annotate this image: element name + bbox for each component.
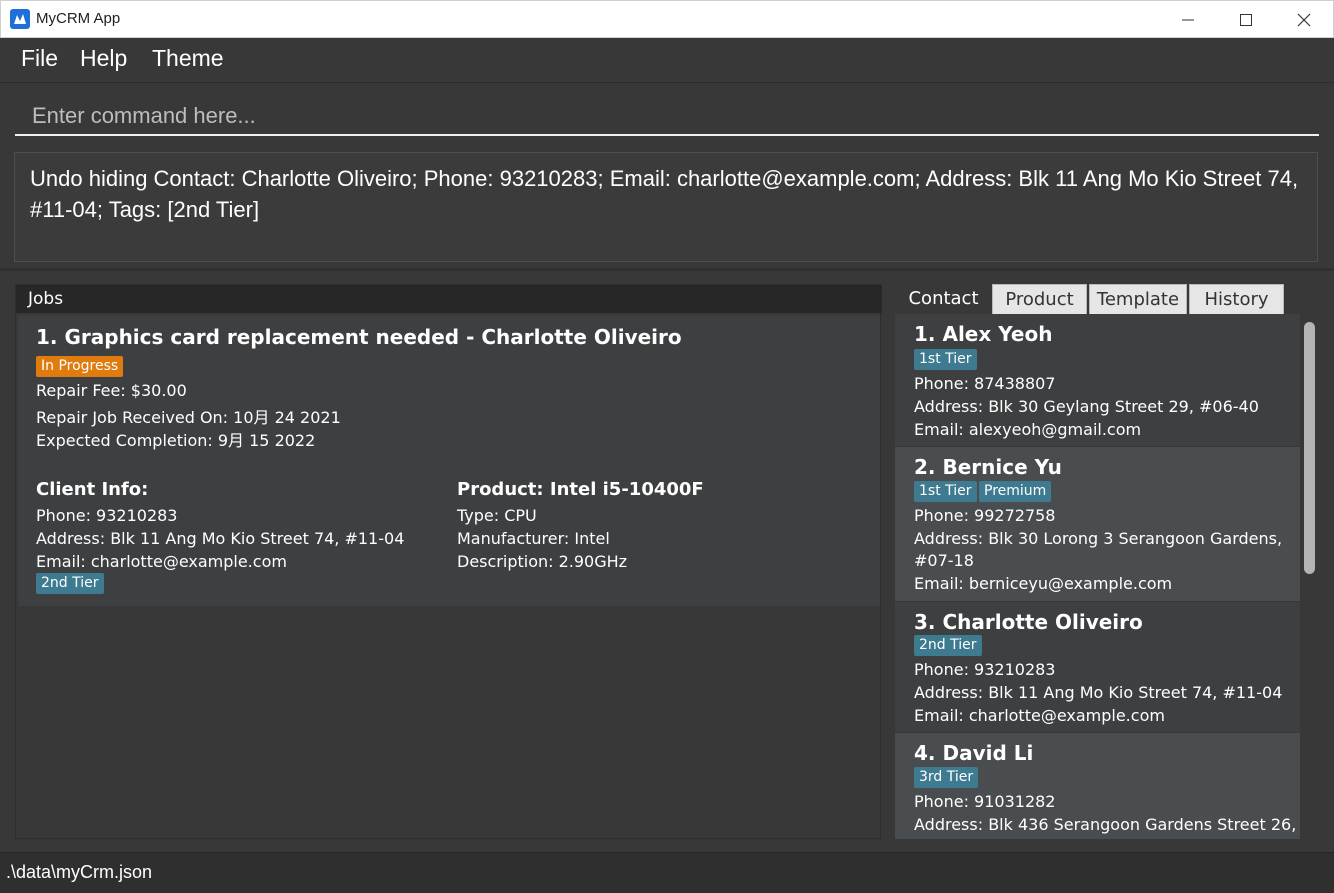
data-file-path: .\data\myCrm.json [6,862,153,882]
menu-theme[interactable]: Theme [152,45,224,72]
contact-name: 2. Bernice Yu [914,455,1062,479]
contact-name: 3. Charlotte Oliveiro [914,610,1143,634]
product-manufacturer: Manufacturer: Intel [457,529,610,548]
contact-tag: Premium [979,481,1052,502]
product-description: Description: 2.90GHz [457,552,628,571]
contact-address-cont: #07-18 [914,551,974,570]
tab-history[interactable]: History [1189,284,1284,314]
title-bar: MyCRM App [0,0,1334,38]
menu-bar: File Help Theme [0,38,1334,83]
jobs-panel: Jobs 1. Graphics card replacement needed… [15,284,882,839]
command-input[interactable] [30,100,1304,132]
contact-tag: 2nd Tier [914,635,982,656]
contact-phone: Phone: 91031282 [914,792,1056,811]
job-expected-date: Expected Completion: 9月 15 2022 [36,431,316,450]
tab-product[interactable]: Product [992,284,1087,314]
contact-email: Email: alexyeoh@gmail.com [914,420,1142,439]
jobs-header-label: Jobs [28,289,64,309]
command-box [15,96,1319,136]
contact-card[interactable]: 1. Alex Yeoh 1st Tier Phone: 87438807 Ad… [895,314,1300,446]
contact-card[interactable]: 2. Bernice Yu 1st Tier Premium Phone: 99… [895,447,1300,601]
contact-address: Address: Blk 30 Geylang Street 29, #06-4… [914,397,1259,416]
scrollbar-thumb[interactable] [1304,322,1315,574]
contact-address: Address: Blk 11 Ang Mo Kio Street 74, #1… [914,683,1283,702]
contact-tag: 1st Tier [914,481,977,502]
app-logo-icon [10,9,30,29]
contact-phone: Phone: 99272758 [914,506,1056,525]
minimize-button[interactable] [1159,1,1217,39]
jobs-header: Jobs [16,285,882,313]
contact-tag: 3rd Tier [914,767,979,788]
client-address: Address: Blk 11 Ang Mo Kio Street 74, #1… [36,529,405,548]
job-title: 1. Graphics card replacement needed - Ch… [36,325,682,349]
contact-card[interactable]: 4. David Li 3rd Tier Phone: 91031282 Add… [895,733,1300,839]
tab-template[interactable]: Template [1089,284,1187,314]
status-bar: .\data\myCrm.json [0,852,1334,893]
maximize-button[interactable] [1217,1,1275,39]
contact-address: Address: Blk 436 Serangoon Gardens Stree… [914,815,1297,834]
client-info-heading: Client Info: [36,479,149,500]
result-message: Undo hiding Contact: Charlotte Oliveiro;… [30,166,1299,222]
product-heading: Product: Intel i5-10400F [457,479,704,500]
client-tag: 2nd Tier [36,573,104,594]
job-card[interactable]: 1. Graphics card replacement needed - Ch… [18,315,880,606]
contact-name: 4. David Li [914,741,1034,765]
maximize-icon [1240,14,1252,26]
tab-contact[interactable]: Contact [895,284,992,314]
contact-phone: Phone: 93210283 [914,660,1056,679]
contact-list-scrollbar[interactable] [1300,314,1318,839]
contact-email: Email: berniceyu@example.com [914,574,1173,593]
contact-tag: 1st Tier [914,349,977,370]
side-tabs: Contact Product Template History [895,284,1315,314]
contact-email: Email: charlotte@example.com [914,706,1165,725]
contact-list[interactable]: 1. Alex Yeoh 1st Tier Phone: 87438807 Ad… [895,314,1300,839]
result-display: Undo hiding Contact: Charlotte Oliveiro;… [14,152,1318,262]
job-fee: Repair Fee: $30.00 [36,381,187,400]
job-status-badge: In Progress [36,356,124,377]
close-button[interactable] [1275,1,1333,39]
client-phone: Phone: 93210283 [36,506,178,525]
contact-phone: Phone: 87438807 [914,374,1056,393]
job-received-date: Repair Job Received On: 10月 24 2021 [36,408,341,427]
divider [0,268,1334,271]
close-icon [1297,13,1311,27]
minimize-icon [1182,19,1194,21]
window-title: MyCRM App [36,10,121,27]
product-type: Type: CPU [457,506,537,525]
menu-file[interactable]: File [21,45,58,72]
contact-card[interactable]: 3. Charlotte Oliveiro 2nd Tier Phone: 93… [895,602,1300,732]
contact-name: 1. Alex Yeoh [914,322,1053,346]
menu-help[interactable]: Help [80,45,127,72]
contact-address: Address: Blk 30 Lorong 3 Serangoon Garde… [914,529,1283,548]
client-email: Email: charlotte@example.com [36,552,287,571]
